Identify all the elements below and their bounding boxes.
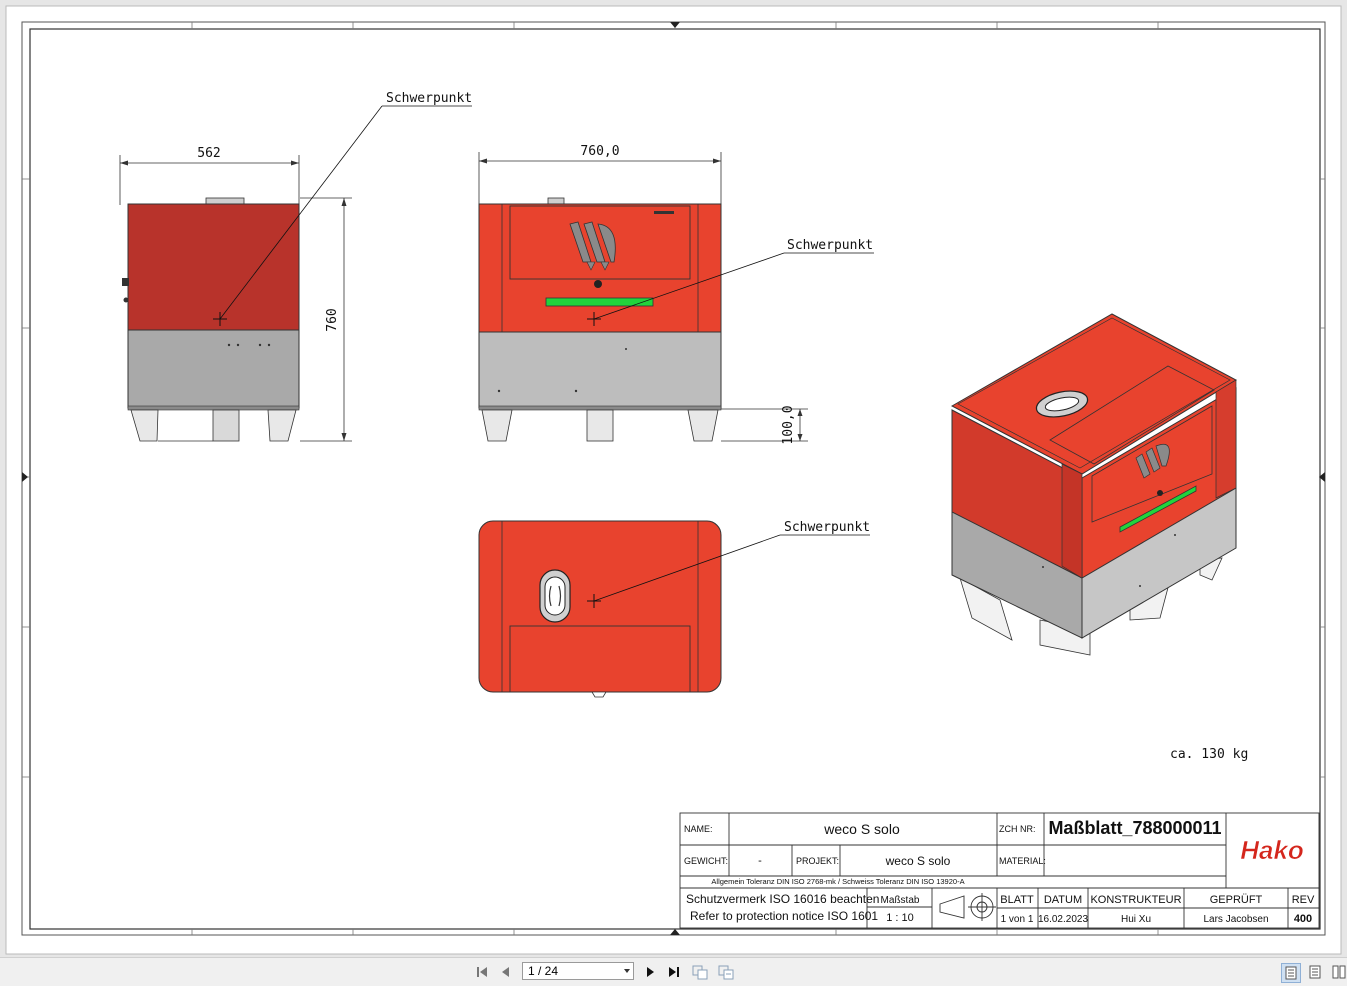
protection-de: Schutzvermerk ISO 16016 beachten <box>686 892 879 906</box>
drawing-sheet: 562 760 Schwerpunkt 760,0 100,0 Schwerpu… <box>0 0 1347 957</box>
page-indicator: 1 / 24 <box>528 964 559 978</box>
pdf-viewer: 562 760 Schwerpunkt 760,0 100,0 Schwerpu… <box>0 0 1347 986</box>
continuous-view-icon[interactable] <box>1331 964 1347 980</box>
zchnr-value: Maßblatt_788000011 <box>1048 818 1221 838</box>
rev-value: 400 <box>1294 913 1312 925</box>
name-label: NAME: <box>684 824 713 834</box>
prev-page-icon[interactable] <box>498 964 514 980</box>
projekt-label: PROJEKT: <box>796 856 839 866</box>
side-width-dim: 562 <box>197 146 220 161</box>
rev-label: REV <box>1292 894 1315 906</box>
weight-note: ca. 130 kg <box>1170 747 1248 762</box>
side-cog-label: Schwerpunkt <box>386 91 472 106</box>
geprueft-label: GEPRÜFT <box>1210 894 1263 906</box>
page-number-field[interactable]: 1 / 24 <box>522 962 634 980</box>
blatt-label: BLATT <box>1000 894 1034 906</box>
chevron-down-icon[interactable] <box>624 969 630 973</box>
gewicht-value: - <box>758 855 762 867</box>
name-value: weco S solo <box>823 821 900 837</box>
blatt-value: 1 von 1 <box>1001 914 1034 925</box>
first-page-icon[interactable] <box>474 964 490 980</box>
two-page-icon[interactable] <box>692 964 708 980</box>
side-height-dim: 760 <box>325 308 340 331</box>
front-cog-label: Schwerpunkt <box>787 238 873 253</box>
top-cog-label: Schwerpunkt <box>784 520 870 535</box>
protection-en: Refer to protection notice ISO 1601 <box>690 909 878 923</box>
last-page-icon[interactable] <box>666 964 682 980</box>
massstab-value: 1 : 10 <box>886 912 914 924</box>
konstrukteur-value: Hui Xu <box>1121 914 1151 925</box>
konstrukteur-label: KONSTRUKTEUR <box>1090 894 1181 906</box>
material-label: MATERIAL: <box>999 856 1046 866</box>
massstab-label: Maßstab <box>881 895 920 906</box>
continuous-icon[interactable] <box>718 964 734 980</box>
viewer-toolbar: 1 / 24 <box>0 957 1347 986</box>
front-foot-dim: 100,0 <box>781 405 796 444</box>
datum-value: 16.02.2023 <box>1038 914 1088 925</box>
projekt-value: weco S solo <box>885 854 951 868</box>
facing-view-icon[interactable] <box>1307 964 1323 980</box>
geprueft-value: Lars Jacobsen <box>1203 914 1268 925</box>
tolerance-note: Allgemein Toleranz DIN ISO 2768-mk / Sch… <box>711 877 964 886</box>
single-page-view-icon[interactable] <box>1281 963 1301 983</box>
hako-logo: Hako <box>1240 835 1304 865</box>
front-width-dim: 760,0 <box>580 144 619 159</box>
zchnr-label: ZCH NR: <box>999 824 1036 834</box>
gewicht-label: GEWICHT: <box>684 856 728 866</box>
next-page-icon[interactable] <box>642 964 658 980</box>
datum-label: DATUM <box>1044 894 1082 906</box>
